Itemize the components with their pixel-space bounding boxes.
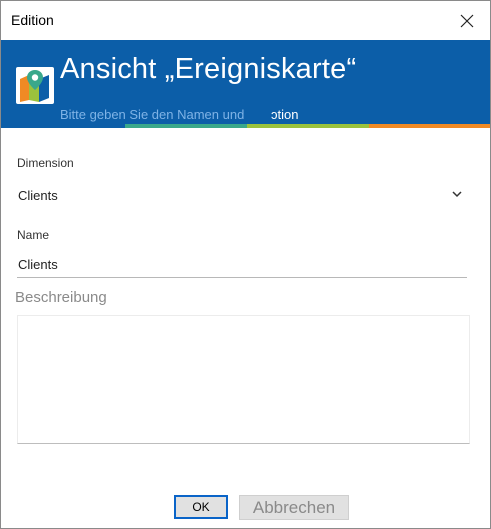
banner-stripe-orange <box>369 124 490 128</box>
dimension-select[interactable] <box>15 181 469 209</box>
close-icon <box>460 14 474 27</box>
dimension-label: Dimension <box>17 156 74 170</box>
name-input-underline <box>17 277 467 278</box>
banner-subtitle: Bitte geben Sie den Namen und <box>60 107 245 122</box>
banner-title: Ansicht „Ereigniskarte“ <box>60 53 357 85</box>
banner-stripe-teal <box>125 124 247 128</box>
title-bar: Edition <box>1 1 490 40</box>
name-label: Name <box>17 228 50 242</box>
dimension-value: Clients <box>18 188 58 203</box>
banner-stripe-blue <box>1 124 125 128</box>
description-textarea[interactable] <box>17 315 470 444</box>
banner-stripe-green <box>247 124 369 128</box>
window-title: Edition <box>11 12 54 28</box>
close-button[interactable] <box>444 1 490 40</box>
banner-subtitle-fragment: ɔtion <box>271 107 299 122</box>
description-label: Beschreibung <box>15 289 107 306</box>
map-pin-icon <box>16 67 54 104</box>
ok-button[interactable]: OK <box>174 495 228 519</box>
chevron-down-icon[interactable] <box>451 189 463 199</box>
cancel-button[interactable]: Abbrechen <box>239 495 349 520</box>
name-input[interactable]: Clients <box>18 257 58 272</box>
dialog-window: Edition Ansicht „Ereigniskarte“ Bitte ge… <box>0 0 491 529</box>
